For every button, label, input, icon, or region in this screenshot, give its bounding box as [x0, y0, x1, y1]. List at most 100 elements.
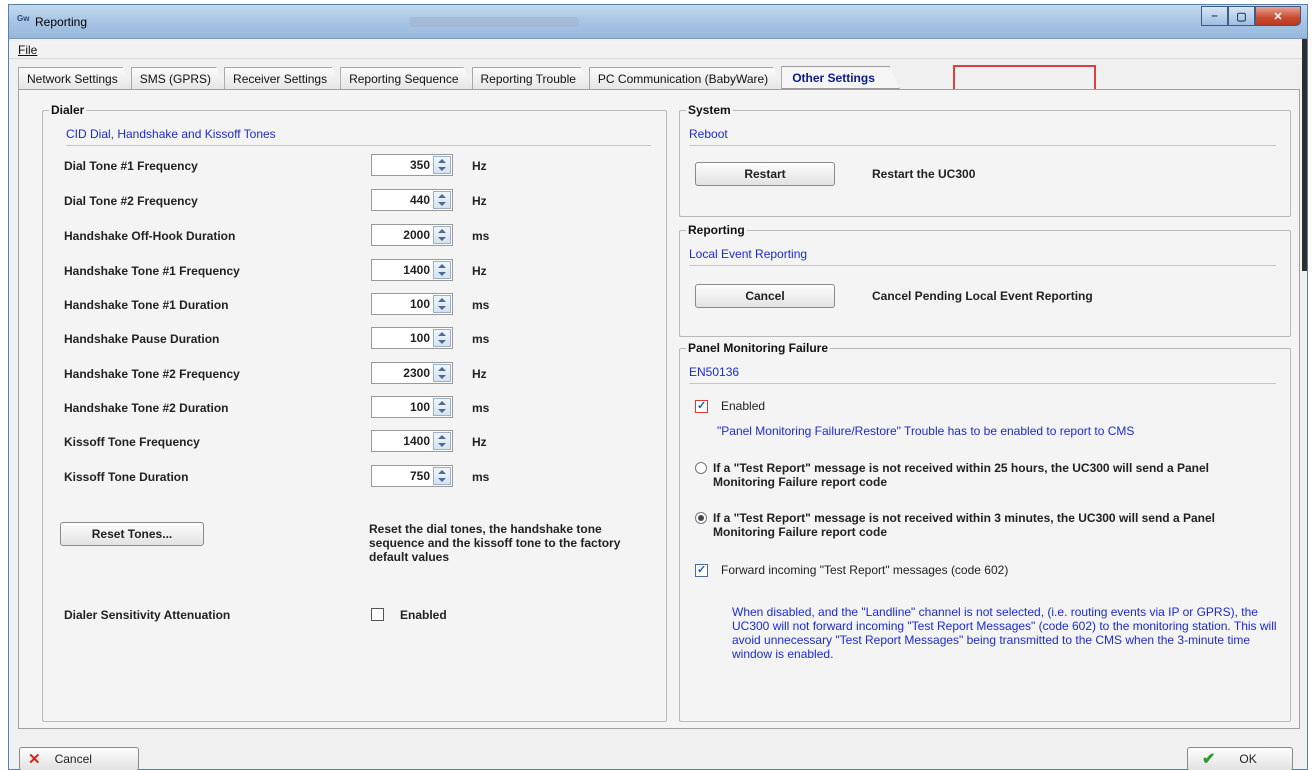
- tab-network-settings[interactable]: Network Settings: [18, 67, 133, 89]
- spinner-arrows-icon[interactable]: [433, 398, 451, 416]
- dial-tone-1-unit: Hz: [472, 159, 487, 173]
- kissoff-freq-spinner[interactable]: 1400: [371, 430, 453, 452]
- kissoff-dur-label: Kissoff Tone Duration: [64, 470, 189, 484]
- restart-description: Restart the UC300: [872, 167, 976, 181]
- handshake-tone-1-freq-spinner[interactable]: 1400: [371, 259, 453, 281]
- dialer-separator: [66, 145, 651, 146]
- reporting-group-title: Reporting: [686, 223, 747, 237]
- reset-tones-button[interactable]: Reset Tones...: [60, 522, 204, 546]
- forward-test-report-checkbox[interactable]: ✓: [695, 564, 708, 577]
- option-25-hours-label: If a "Test Report" message is not receiv…: [713, 461, 1209, 489]
- footer-cancel-label: Cancel: [54, 752, 92, 766]
- title-bar[interactable]: Gw Reporting – ▢ ✕: [9, 5, 1307, 39]
- spinner-arrows-icon[interactable]: [433, 467, 451, 485]
- handshake-tone-1-freq-unit: Hz: [472, 264, 487, 278]
- spinner-arrows-icon[interactable]: [433, 295, 451, 313]
- spinner-arrows-icon[interactable]: [433, 226, 451, 244]
- spinner-value: 440: [409, 193, 430, 207]
- cancel-reporting-button[interactable]: Cancel: [695, 284, 835, 308]
- app-icon: Gw: [17, 14, 30, 23]
- kissoff-dur-unit: ms: [472, 470, 490, 484]
- tab-content: Dialer CID Dial, Handshake and Kissoff T…: [18, 89, 1300, 729]
- handshake-tone-1-dur-spinner[interactable]: 100: [371, 293, 453, 315]
- ok-check-icon: ✔: [1202, 751, 1216, 768]
- panel-monitoring-separator: [689, 383, 1276, 384]
- option-3-minutes-label: If a "Test Report" message is not receiv…: [713, 511, 1215, 539]
- spinner-value: 100: [409, 331, 430, 345]
- handshake-tone-2-dur-unit: ms: [472, 401, 490, 415]
- kissoff-dur-spinner[interactable]: 750: [371, 465, 453, 487]
- maximize-icon[interactable]: ▢: [1228, 6, 1255, 26]
- handshake-tone-1-dur-label: Handshake Tone #1 Duration: [64, 298, 229, 312]
- reporting-window: Gw Reporting – ▢ ✕ File Network Settings…: [8, 4, 1308, 770]
- system-separator: [689, 145, 1276, 146]
- dial-tone-1-label: Dial Tone #1 Frequency: [64, 159, 198, 173]
- reporting-group: Reporting Local Event Reporting Cancel C…: [679, 223, 1291, 337]
- spinner-value: 100: [409, 400, 430, 414]
- reporting-subtitle: Local Event Reporting: [689, 247, 808, 261]
- spinner-value: 100: [409, 297, 430, 311]
- spinner-arrows-icon[interactable]: [433, 364, 451, 382]
- handshake-tone-2-freq-label: Handshake Tone #2 Frequency: [64, 367, 240, 381]
- option-25-hours-radio[interactable]: [695, 462, 707, 474]
- spinner-value: 1400: [403, 263, 430, 277]
- tab-other-settings[interactable]: Other Settings: [781, 66, 900, 89]
- spinner-arrows-icon[interactable]: [433, 156, 451, 174]
- restart-button[interactable]: Restart: [695, 162, 835, 186]
- minimize-icon[interactable]: –: [1201, 6, 1228, 26]
- reporting-separator: [689, 265, 1276, 266]
- handshake-tone-2-freq-spinner[interactable]: 2300: [371, 362, 453, 384]
- spinner-arrows-icon[interactable]: [433, 432, 451, 450]
- dialer-sensitivity-checkbox-label: Enabled: [400, 608, 447, 622]
- tab-pc-communication[interactable]: PC Communication (BabyWare): [589, 67, 783, 89]
- kissoff-freq-unit: Hz: [472, 435, 487, 449]
- tab-sms-gprs[interactable]: SMS (GPRS): [131, 67, 226, 89]
- cancel-reporting-description: Cancel Pending Local Event Reporting: [872, 289, 1093, 303]
- panel-monitoring-enabled-note: "Panel Monitoring Failure/Restore" Troub…: [717, 424, 1135, 438]
- footer-ok-button[interactable]: ✔ OK: [1187, 747, 1293, 770]
- spinner-value: 350: [409, 158, 430, 172]
- menu-file[interactable]: File: [18, 43, 37, 57]
- handshake-pause-label: Handshake Pause Duration: [64, 332, 220, 346]
- system-subtitle: Reboot: [689, 127, 728, 141]
- footer-cancel-button[interactable]: ✕ Cancel: [19, 747, 139, 770]
- spinner-value: 2300: [403, 366, 430, 380]
- dialer-sensitivity-checkbox[interactable]: [371, 608, 384, 621]
- window-controls: – ▢ ✕: [1201, 6, 1301, 26]
- panel-monitoring-subtitle: EN50136: [689, 365, 740, 379]
- handshake-off-hook-label: Handshake Off-Hook Duration: [64, 229, 236, 243]
- right-scrollbar[interactable]: [1302, 39, 1307, 271]
- spinner-value: 1400: [403, 434, 430, 448]
- handshake-pause-unit: ms: [472, 332, 490, 346]
- dial-tone-2-label: Dial Tone #2 Frequency: [64, 194, 198, 208]
- handshake-pause-spinner[interactable]: 100: [371, 327, 453, 349]
- handshake-tone-1-freq-label: Handshake Tone #1 Frequency: [64, 264, 240, 278]
- dial-tone-2-spinner[interactable]: 440: [371, 189, 453, 211]
- panel-monitoring-group-title: Panel Monitoring Failure: [686, 341, 831, 355]
- handshake-tone-2-dur-label: Handshake Tone #2 Duration: [64, 401, 229, 415]
- dial-tone-2-unit: Hz: [472, 194, 487, 208]
- menu-bar: File: [9, 41, 1307, 59]
- forward-test-report-label: Forward incoming "Test Report" messages …: [721, 563, 1009, 577]
- handshake-off-hook-unit: ms: [472, 229, 490, 243]
- handshake-tone-2-dur-spinner[interactable]: 100: [371, 396, 453, 418]
- dial-tone-1-spinner[interactable]: 350: [371, 154, 453, 176]
- tab-reporting-sequence[interactable]: Reporting Sequence: [340, 67, 473, 89]
- panel-monitoring-group: Panel Monitoring Failure EN50136 ✓ Enabl…: [679, 341, 1291, 722]
- check-mark-icon: ✓: [697, 564, 707, 576]
- close-icon[interactable]: ✕: [1255, 6, 1301, 26]
- spinner-value: 2000: [403, 228, 430, 242]
- system-group-title: System: [686, 103, 733, 117]
- tab-receiver-settings[interactable]: Receiver Settings: [224, 67, 342, 89]
- active-tab-highlight: [953, 65, 1096, 92]
- spinner-arrows-icon[interactable]: [433, 329, 451, 347]
- blurred-caption: [409, 17, 579, 27]
- spinner-arrows-icon[interactable]: [433, 261, 451, 279]
- panel-monitoring-enabled-checkbox[interactable]: ✓: [695, 400, 708, 413]
- tab-reporting-trouble[interactable]: Reporting Trouble: [472, 67, 591, 89]
- panel-monitoring-enabled-label: Enabled: [721, 399, 766, 413]
- handshake-tone-2-freq-unit: Hz: [472, 367, 487, 381]
- handshake-off-hook-spinner[interactable]: 2000: [371, 224, 453, 246]
- spinner-arrows-icon[interactable]: [433, 191, 451, 209]
- option-3-minutes-radio[interactable]: [695, 512, 707, 524]
